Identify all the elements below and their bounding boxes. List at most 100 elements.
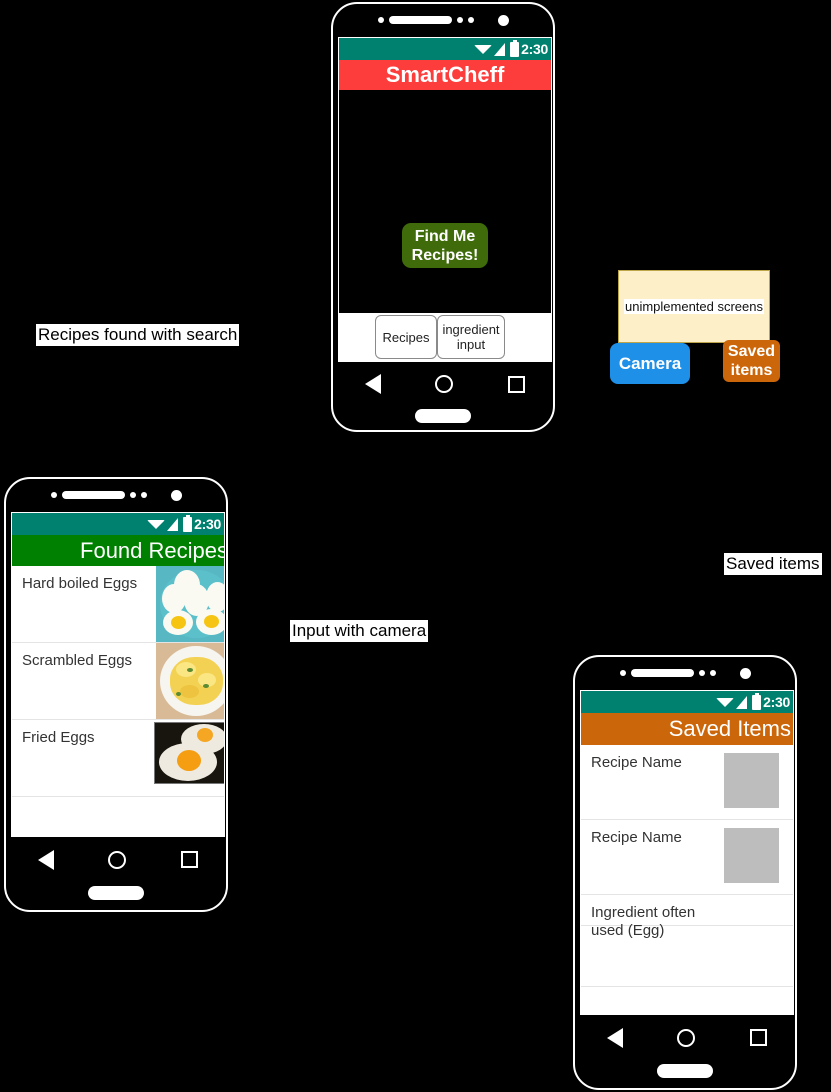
list-bottom-spacer: [12, 819, 224, 836]
scrambled-eggs-photo: [156, 643, 224, 719]
android-nav-bar: [580, 1015, 794, 1060]
nav-back-icon[interactable]: [607, 1027, 624, 1048]
sensor-dot-icon: [140, 492, 147, 498]
phone-bezel-top: [333, 4, 553, 36]
status-bar-time: 2:30: [194, 516, 221, 532]
app-title: SmartCheff: [385, 62, 505, 87]
annotation-saved-items: Saved items: [724, 553, 822, 575]
find-me-recipes-label-line1: Find Me: [414, 227, 476, 245]
nav-home-icon[interactable]: [435, 375, 454, 393]
sticky-note-unimplemented: unimplemented screens: [618, 270, 770, 343]
home-indicator-pill: [88, 886, 144, 900]
status-bar: 2:30: [581, 691, 793, 713]
home-indicator-pill: [657, 1064, 713, 1078]
android-nav-bar: [11, 837, 225, 882]
nav-recent-apps-icon[interactable]: [749, 1029, 767, 1046]
app-title: Saved Items: [668, 716, 791, 741]
saved-items-button-label-line1: Saved: [727, 343, 776, 360]
saved-items-button-label-line2: items: [730, 362, 773, 379]
nav-recent-apps-icon[interactable]: [507, 375, 525, 393]
annotation-input-with-camera: Input with camera: [290, 620, 429, 642]
phone-found-recipes: 2:30 Found Recipes Hard boiled Eggs Scra…: [4, 477, 228, 912]
earpiece-speaker-icon: [388, 16, 452, 24]
hard-boiled-eggs-photo: [156, 566, 224, 642]
table-row[interactable]: Recipe Name: [581, 745, 793, 820]
signal-icon: [494, 42, 506, 56]
phone-saved-items: 2:30 Saved Items Recipe Name Recipe Name…: [573, 655, 797, 1090]
placeholder-thumb: [724, 828, 779, 883]
sensor-dot-icon: [467, 17, 474, 23]
fried-eggs-photo: [154, 722, 224, 784]
saved-row-label-line2: used (Egg): [591, 922, 665, 939]
front-camera-icon: [739, 667, 751, 679]
wifi-icon: [147, 519, 166, 529]
table-row[interactable]: Hard boiled Eggs: [12, 566, 224, 643]
earpiece-speaker-icon: [630, 669, 694, 677]
find-me-recipes-label-line2: Recipes!: [411, 246, 479, 264]
sticky-note-text: unimplemented screens: [623, 299, 765, 314]
annotation-recipes-found-with-search: Recipes found with search: [36, 324, 240, 346]
sensor-dot-icon: [129, 492, 136, 498]
battery-icon: [752, 692, 762, 710]
app-bar-smartcheff: SmartCheff: [339, 60, 551, 90]
app-title: Found Recipes: [80, 537, 225, 563]
status-bar: 2:30: [339, 38, 551, 60]
signal-icon: [736, 695, 748, 709]
screen-smartcheff: 2:30 SmartCheff Find Me Recipes! Recipes: [338, 37, 552, 362]
phone-bezel-top: [6, 479, 226, 511]
nav-home-icon[interactable]: [677, 1028, 696, 1047]
recipe-row-label: Scrambled Eggs: [22, 652, 133, 669]
nav-back-icon[interactable]: [38, 849, 55, 870]
status-bar: 2:30: [12, 513, 224, 535]
status-bar-time: 2:30: [763, 694, 790, 710]
camera-button[interactable]: Camera: [610, 343, 690, 384]
saved-row-label: Ingredient often: [591, 904, 696, 921]
tab-ingredient-input-label-line2: input: [456, 337, 486, 352]
earpiece-speaker-icon: [61, 491, 125, 499]
tab-ingredient-input-label-line1: ingredient: [442, 322, 500, 337]
recipe-row-label: Fried Eggs: [22, 729, 95, 746]
tab-ingredient-input[interactable]: ingredient input: [437, 315, 505, 359]
nav-home-icon[interactable]: [108, 850, 127, 869]
table-row-continuation: used (Egg): [581, 922, 793, 987]
front-camera-icon: [497, 14, 509, 26]
front-camera-icon: [170, 489, 182, 501]
sensor-dot-icon: [619, 670, 626, 676]
tab-recipes[interactable]: Recipes: [375, 315, 437, 359]
saved-row-label: Recipe Name: [591, 829, 682, 846]
battery-icon: [183, 514, 193, 532]
wifi-icon: [716, 697, 735, 707]
tab-recipes-label: Recipes: [382, 329, 430, 345]
bottom-tab-bar: Recipes ingredient input: [339, 313, 551, 361]
table-row[interactable]: Recipe Name: [581, 820, 793, 895]
home-indicator-pill: [415, 409, 471, 423]
signal-icon: [167, 517, 179, 531]
app-bar-saved-items: Saved Items: [581, 713, 793, 745]
screen-found-recipes: 2:30 Found Recipes Hard boiled Eggs Scra…: [11, 512, 225, 837]
nav-back-icon[interactable]: [365, 374, 382, 394]
sensor-dot-icon: [456, 17, 463, 23]
main-content-area: Find Me Recipes!: [339, 90, 551, 313]
phone-bezel-top: [575, 657, 795, 689]
sensor-dot-icon: [50, 492, 57, 498]
status-bar-time: 2:30: [521, 41, 548, 57]
sensor-dot-icon: [709, 670, 716, 676]
saved-row-label: Recipe Name: [591, 754, 682, 771]
find-me-recipes-button[interactable]: Find Me Recipes!: [402, 223, 488, 268]
table-row[interactable]: Fried Eggs: [12, 720, 224, 797]
android-nav-bar: [338, 362, 552, 406]
phone-smartcheff: 2:30 SmartCheff Find Me Recipes! Recipes: [331, 2, 555, 432]
placeholder-thumb: [724, 753, 779, 808]
sensor-dot-icon: [377, 17, 384, 23]
mockup-canvas: Recipes found with search Input with cam…: [0, 0, 831, 1092]
nav-recent-apps-icon[interactable]: [180, 851, 198, 868]
wifi-icon: [474, 44, 493, 54]
table-row[interactable]: Scrambled Eggs: [12, 643, 224, 720]
recipe-row-label: Hard boiled Eggs: [22, 575, 138, 592]
battery-icon: [510, 39, 520, 57]
sensor-dot-icon: [698, 670, 705, 676]
saved-items-button[interactable]: Saved items: [723, 340, 780, 382]
app-bar-found-recipes: Found Recipes: [12, 535, 224, 566]
camera-button-label: Camera: [618, 354, 682, 373]
screen-saved-items: 2:30 Saved Items Recipe Name Recipe Name…: [580, 690, 794, 1015]
